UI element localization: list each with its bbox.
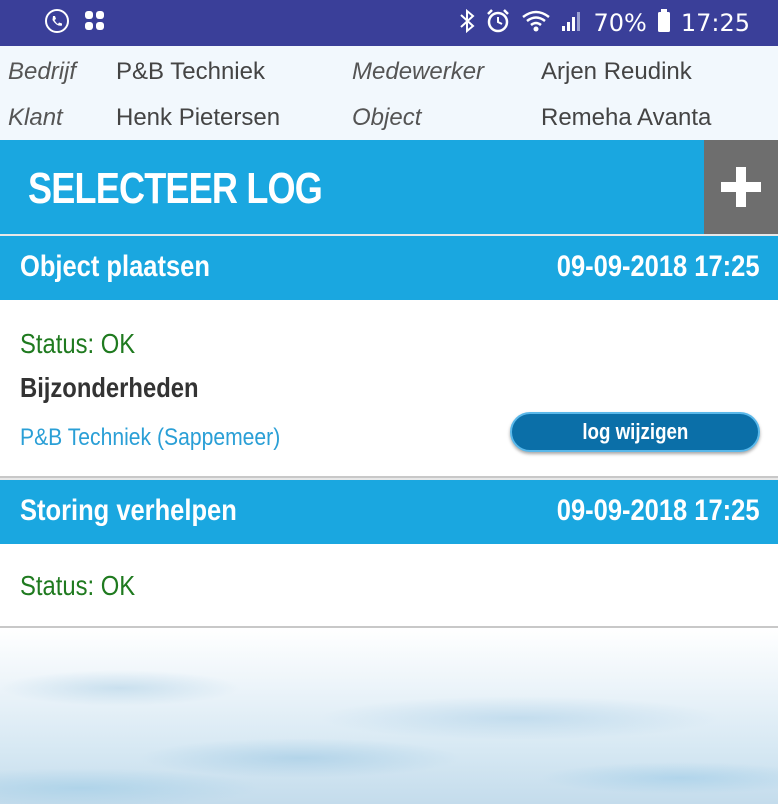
log-name: Storing verhelpen xyxy=(20,494,237,527)
log-header[interactable]: Storing verhelpen 09-09-2018 17:25 xyxy=(0,478,778,544)
log-datetime: 09-09-2018 17:25 xyxy=(557,494,760,527)
klant-label: Klant xyxy=(8,104,63,131)
bedrijf-value: P&B Techniek xyxy=(116,58,265,85)
alarm-icon xyxy=(485,8,511,39)
bedrijf-label: Bedrijf xyxy=(8,58,77,85)
log-name: Object plaatsen xyxy=(20,250,210,283)
log-status: Status: OK xyxy=(20,570,136,601)
log-datetime: 09-09-2018 17:25 xyxy=(557,250,760,283)
log-status: Status: OK xyxy=(20,328,136,359)
log-body[interactable]: Status: OK Bijzonderheden P&B Techniek (… xyxy=(0,300,778,478)
signal-icon xyxy=(561,10,583,37)
log-company: P&B Techniek (Sappemeer) xyxy=(20,424,281,451)
medewerker-label: Medewerker xyxy=(352,58,485,85)
info-panel: Bedrijf P&B Techniek Medewerker Arjen Re… xyxy=(0,46,778,140)
battery-icon xyxy=(657,8,671,38)
log-body[interactable]: Status: OK xyxy=(0,544,778,628)
object-value: Remeha Avanta xyxy=(541,104,712,131)
app-grid-icon xyxy=(84,10,106,37)
page-header: SELECTEER LOG xyxy=(0,140,778,234)
clock: 17:25 xyxy=(680,9,750,37)
status-bar-left xyxy=(44,8,106,39)
battery-percentage: 70% xyxy=(593,9,647,37)
object-label: Object xyxy=(352,104,422,131)
phone-call-icon xyxy=(44,8,70,39)
plus-icon xyxy=(721,167,761,207)
page-title: SELECTEER LOG xyxy=(28,164,323,213)
add-log-button[interactable] xyxy=(704,140,778,234)
status-bar-right: 70% 17:25 xyxy=(459,8,750,39)
wifi-icon xyxy=(521,9,551,38)
medewerker-value: Arjen Reudink xyxy=(541,58,692,85)
edit-log-button[interactable]: log wijzigen xyxy=(510,412,760,452)
log-details-label: Bijzonderheden xyxy=(20,372,199,403)
log-header[interactable]: Object plaatsen 09-09-2018 17:25 xyxy=(0,234,778,300)
edit-log-button-label: log wijzigen xyxy=(582,419,688,444)
bluetooth-icon xyxy=(459,8,476,38)
klant-value: Henk Pietersen xyxy=(116,104,281,131)
status-bar: 70% 17:25 xyxy=(0,0,778,46)
water-background xyxy=(0,628,778,804)
